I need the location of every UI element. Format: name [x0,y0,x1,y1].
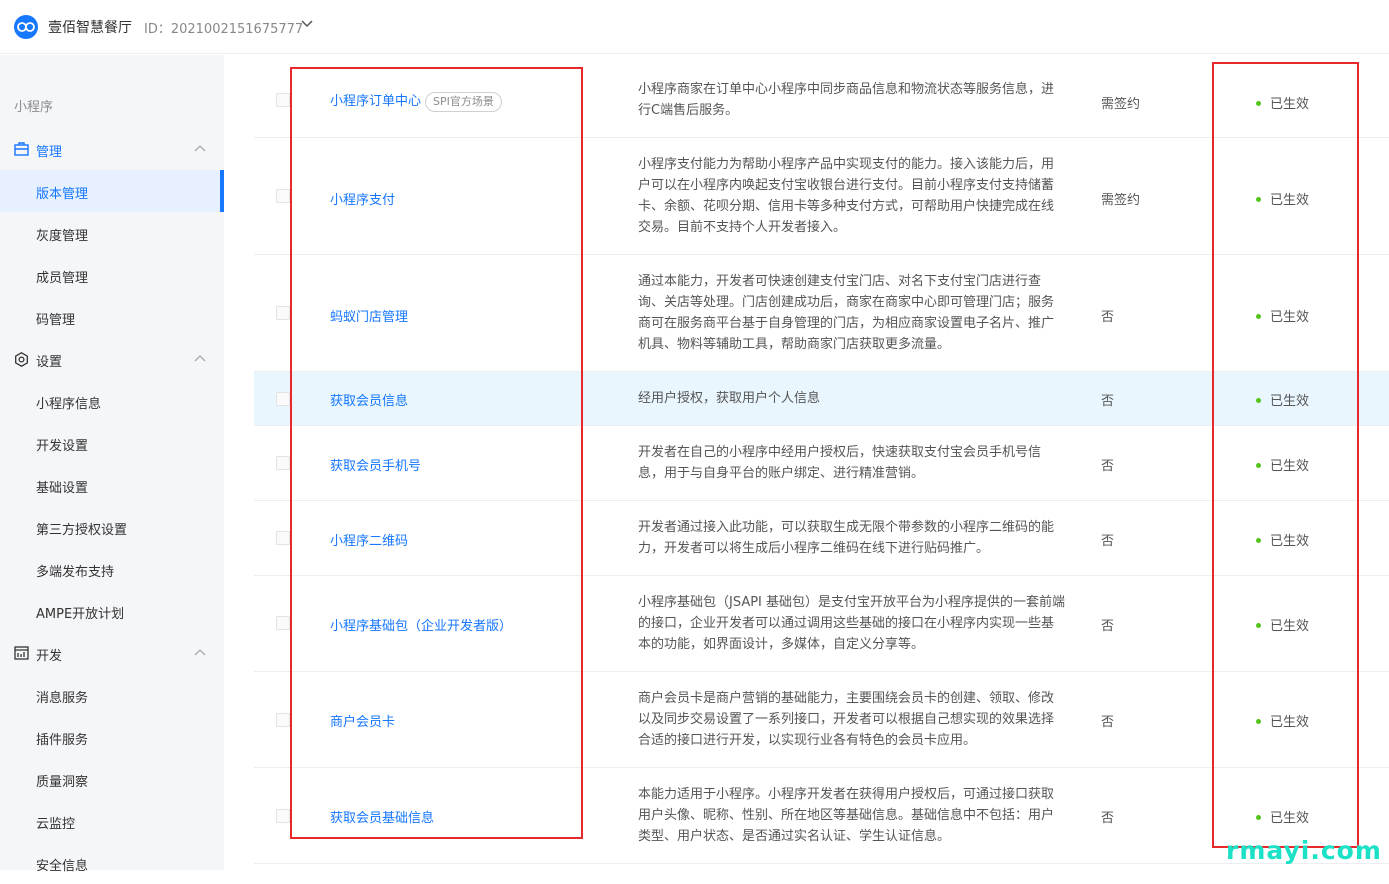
capability-description: 商户会员卡是商户营销的基础能力，主要围绕会员卡的创建、领取、修改以及同步交易设置… [638,691,1055,748]
row-checkbox[interactable] [276,306,290,320]
capability-description: 小程序基础包（JSAPI 基础包）是支付宝开放平台为小程序提供的一套前端的接口，… [638,595,1066,652]
sidebar-item-quality-insight[interactable]: 质量洞察 [0,758,224,800]
row-checkbox[interactable] [276,189,290,203]
sidebar-group-manage[interactable]: 管理 [0,128,224,170]
sidebar-group-settings[interactable]: 设置 [0,338,224,380]
sign-requirement: 需签约 [1101,193,1141,208]
sign-requirement: 否 [1101,619,1115,634]
capability-description: 本能力适用于小程序。小程序开发者在获得用户授权后，可通过接口获取用户头像、昵称、… [638,787,1055,844]
capability-description: 小程序商家在订单中心小程序中同步商品信息和物流状态等服务信息，进行C端售后服务。 [638,82,1055,118]
sidebar-item-version-management[interactable]: 版本管理 [0,170,224,212]
row-checkbox[interactable] [276,93,290,107]
highlight-box-names [290,67,583,839]
row-checkbox[interactable] [276,809,290,823]
sign-requirement: 否 [1101,811,1115,826]
capability-description: 经用户授权，获取用户个人信息 [638,391,821,406]
gear-icon [15,352,28,367]
sign-requirement: 需签约 [1101,97,1141,112]
sidebar-group-develop[interactable]: 开发 [0,632,224,674]
top-bar: 壹佰智慧餐厅 ID：2021002151675777 [0,0,1389,54]
capability-description: 开发者在自己的小程序中经用户授权后，快速获取支付宝会员手机号信息，用于与自身平台… [638,445,1042,481]
sidebar-group-label: 设置 [36,355,63,370]
sidebar-item-third-party-auth[interactable]: 第三方授权设置 [0,506,224,548]
chevron-down-icon[interactable] [301,19,313,29]
row-checkbox[interactable] [276,616,290,630]
sidebar-item-dev-settings[interactable]: 开发设置 [0,422,224,464]
sidebar-item-cloud-monitor[interactable]: 云监控 [0,800,224,842]
chevron-up-icon[interactable] [194,354,206,362]
sign-requirement: 否 [1101,715,1115,730]
sign-requirement: 否 [1101,394,1115,409]
sign-requirement: 否 [1101,310,1115,325]
capability-description: 通过本能力，开发者可快速创建支付宝门店、对名下支付宝门店进行查询、关店等处理。门… [638,274,1055,352]
watermark: rmayi.com [1226,836,1382,865]
code-window-icon [14,646,29,660]
sidebar-item-ampe-plan[interactable]: AMPE开放计划 [0,590,224,632]
sidebar-item-members[interactable]: 成员管理 [0,254,224,296]
app-logo-icon [14,15,38,39]
sidebar-item-plugin-service[interactable]: 插件服务 [0,716,224,758]
capability-description: 开发者通过接入此功能，可以获取生成无限个带参数的小程序二维码的能力，开发者可以将… [638,520,1055,556]
sign-requirement: 否 [1101,459,1115,474]
row-checkbox[interactable] [276,713,290,727]
sidebar-item-security-info[interactable]: 安全信息 [0,842,224,884]
chevron-up-icon[interactable] [194,648,206,656]
sidebar-item-code-management[interactable]: 码管理 [0,296,224,338]
sidebar-item-multi-platform[interactable]: 多端发布支持 [0,548,224,590]
sidebar-group-label: 管理 [36,145,63,160]
sidebar-title: 小程序 [14,100,54,115]
chevron-up-icon[interactable] [194,144,206,152]
sidebar-item-miniapp-info[interactable]: 小程序信息 [0,380,224,422]
app-name: 壹佰智慧餐厅 [48,20,132,36]
sidebar-group-label: 开发 [36,649,63,664]
briefcase-icon [14,142,29,156]
sign-requirement: 否 [1101,534,1115,549]
sidebar-item-message-service[interactable]: 消息服务 [0,674,224,716]
sidebar-item-basic-settings[interactable]: 基础设置 [0,464,224,506]
capability-description: 小程序支付能力为帮助小程序产品中实现支付的能力。接入该能力后，用户可以在小程序内… [638,157,1055,235]
sidebar: 小程序 管理 版本管理 灰度管理 成员管理 码管理 设置 小程序信息 开发设置 … [0,55,224,874]
row-checkbox[interactable] [276,392,290,406]
highlight-box-status [1212,62,1359,848]
app-id-selector[interactable]: ID：2021002151675777 [144,18,303,37]
sidebar-item-gray-release[interactable]: 灰度管理 [0,212,224,254]
row-checkbox[interactable] [276,531,290,545]
row-checkbox[interactable] [276,456,290,470]
